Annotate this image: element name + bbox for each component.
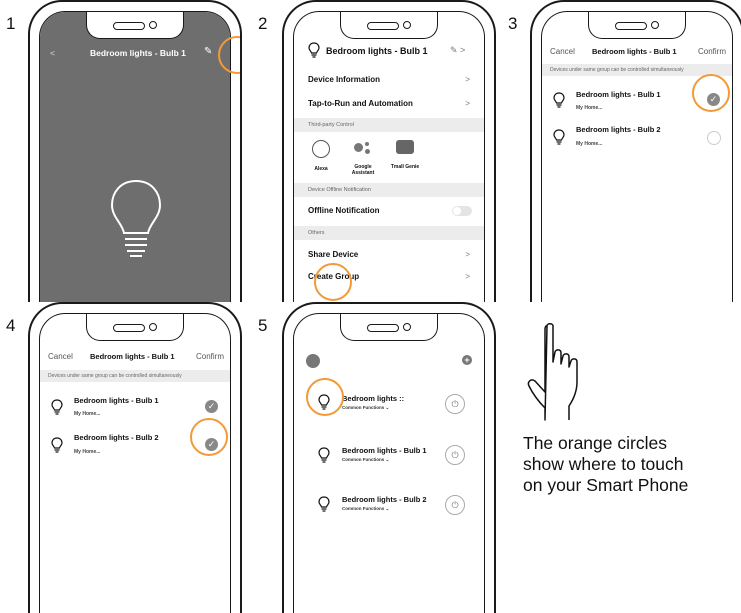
large-bulb-icon (110, 179, 162, 257)
instruction-caption: The orange circles show where to touch o… (523, 433, 689, 495)
alexa-icon (312, 140, 330, 158)
device-name: Bedroom lights - Bulb 2 (576, 125, 661, 134)
device-name[interactable]: Bedroom lights - Bulb 1 (342, 446, 427, 455)
phone-step-1: < Bedroom lights - Bulb 1 ✎ (28, 0, 242, 302)
bulb-icon (51, 399, 63, 415)
back-button[interactable]: < (50, 48, 55, 58)
group-title: Bedroom lights - Bulb 1 (90, 352, 175, 361)
google-assistant-option[interactable]: Google Assistant (344, 140, 382, 176)
common-functions-toggle[interactable]: Common Functions ⌄ (342, 405, 389, 411)
check-icon[interactable]: ✓ (205, 400, 218, 413)
bulb-icon (318, 447, 330, 463)
cancel-button[interactable]: Cancel (48, 352, 73, 361)
phone-step-2: Bedroom lights - Bulb 1 ✎ > Device Infor… (282, 0, 496, 302)
device-location: My Home... (576, 105, 603, 111)
hand-pointer-icon (527, 323, 578, 421)
device-name: Bedroom lights - Bulb 2 (74, 433, 159, 442)
tap-to-run-row[interactable]: Tap-to-Run and Automation > (294, 99, 484, 108)
google-assistant-icon (354, 140, 372, 158)
device-location: My Home... (74, 411, 101, 417)
edit-pencil-icon[interactable]: ✎ (204, 46, 212, 57)
device-location: My Home... (74, 449, 101, 455)
alexa-option[interactable]: Alexa (306, 140, 336, 172)
third-party-section: Third-party Control (294, 118, 484, 132)
power-icon[interactable]: ⏻ (445, 394, 465, 414)
group-title: Bedroom lights - Bulb 1 (592, 47, 677, 56)
common-functions-toggle[interactable]: Common Functions ⌄ (342, 506, 389, 512)
device-name[interactable]: Bedroom lights - Bulb 2 (342, 495, 427, 504)
bulb-icon (318, 496, 330, 512)
common-functions-toggle[interactable]: Common Functions ⌄ (342, 457, 389, 463)
confirm-button[interactable]: Confirm (196, 352, 224, 361)
edit-pencil-icon[interactable]: ✎ > (450, 45, 465, 56)
step-number-1: 1 (6, 14, 16, 33)
tmall-genie-option[interactable]: Tmall Genie (386, 140, 424, 170)
group-note: Devices under same group can be controll… (40, 370, 230, 382)
power-icon[interactable]: ⏻ (445, 445, 465, 465)
group-name[interactable]: Bedroom lights :: (342, 394, 404, 403)
phone-step-3: Cancel Bedroom lights - Bulb 1 Confirm D… (530, 0, 741, 302)
highlight-group (306, 378, 344, 416)
device-title: Bedroom lights - Bulb 1 (90, 48, 186, 58)
step-number-4: 4 (6, 316, 16, 335)
bulb-icon (553, 129, 565, 145)
highlight-create-group (314, 263, 352, 301)
device-title: Bedroom lights - Bulb 1 (326, 46, 428, 56)
tmall-genie-icon (396, 140, 414, 154)
device-name: Bedroom lights - Bulb 1 (576, 90, 661, 99)
unchecked-circle-icon[interactable] (707, 131, 721, 145)
step-number-3: 3 (508, 14, 518, 33)
step-number-5: 5 (258, 316, 268, 335)
others-section: Others (294, 226, 484, 240)
power-icon[interactable]: ⏻ (445, 495, 465, 515)
device-name: Bedroom lights - Bulb 1 (74, 396, 159, 405)
add-device-button[interactable]: + (462, 355, 472, 365)
bulb-icon (308, 42, 320, 58)
share-device-row[interactable]: Share Device > (294, 250, 484, 259)
phone-step-4: Cancel Bedroom lights - Bulb 1 Confirm D… (28, 302, 242, 613)
confirm-button[interactable]: Confirm (698, 47, 726, 56)
device-information-row[interactable]: Device Information > (294, 75, 484, 84)
offline-section: Device Offline Notification (294, 183, 484, 197)
bulb-icon (51, 437, 63, 453)
cancel-button[interactable]: Cancel (550, 47, 575, 56)
avatar[interactable] (306, 354, 320, 368)
phone-step-5: + Bedroom lights :: Common Functions ⌄ ⏻… (282, 302, 496, 613)
device-location: My Home... (576, 141, 603, 147)
step-number-2: 2 (258, 14, 268, 33)
highlight-bulb-1-check (692, 74, 730, 112)
offline-notification-toggle[interactable] (452, 206, 472, 216)
highlight-bulb-2-check (190, 418, 228, 456)
bulb-icon (553, 92, 565, 108)
